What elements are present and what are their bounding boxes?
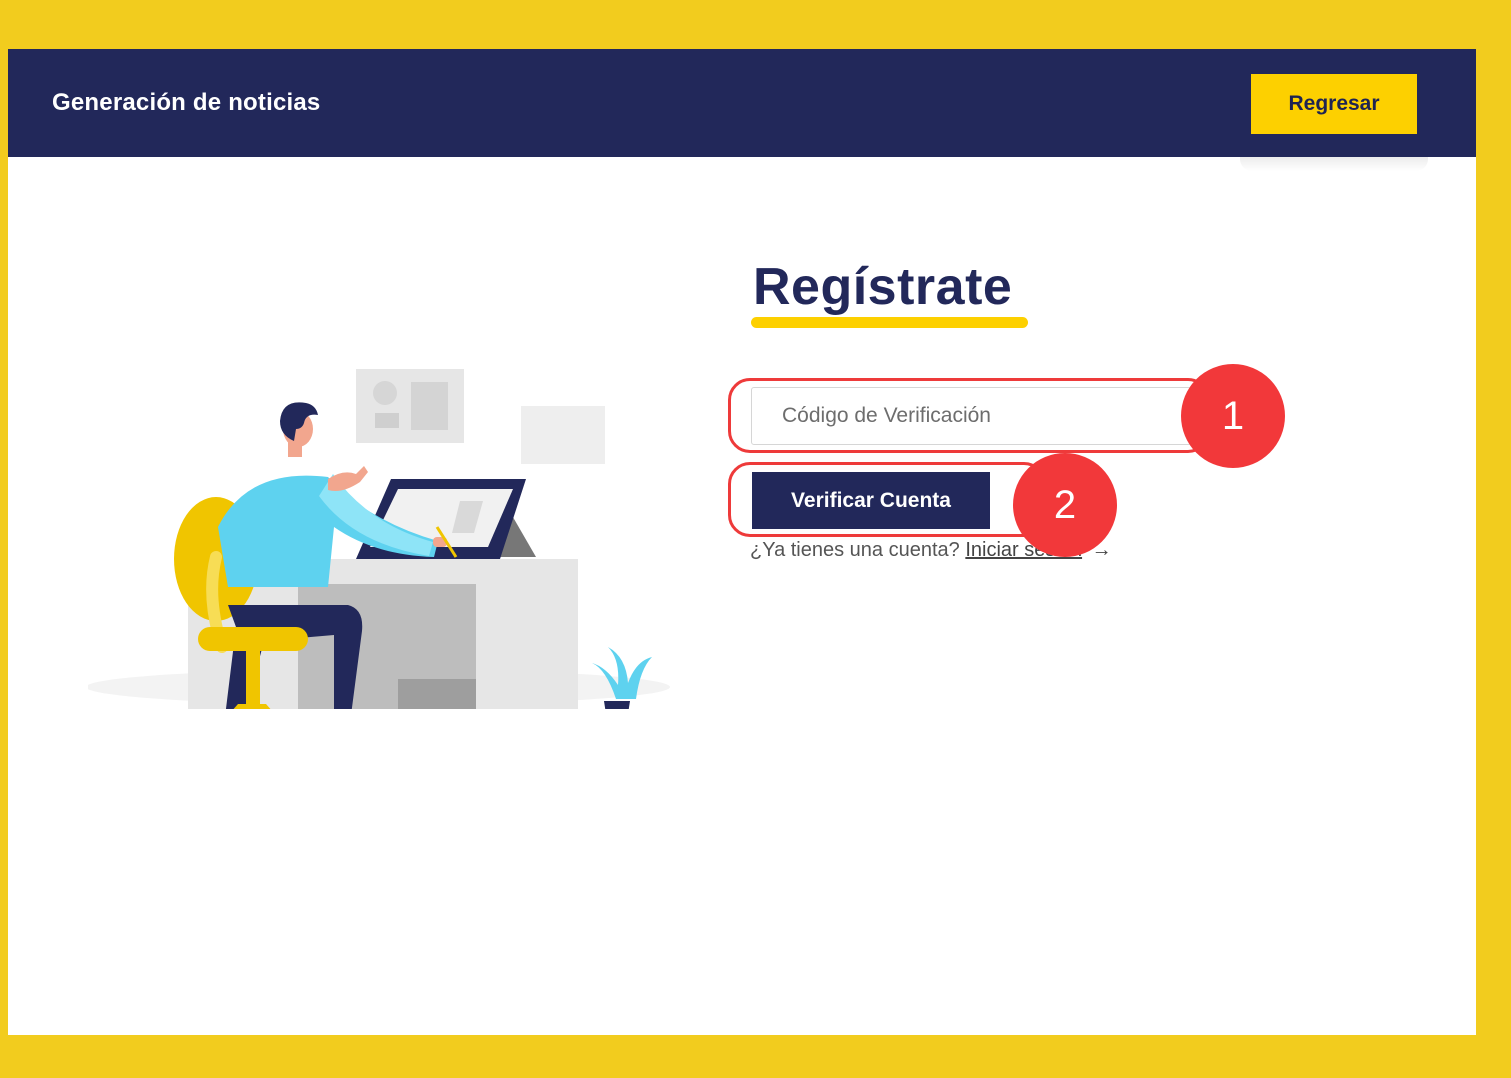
title-underline bbox=[751, 317, 1028, 328]
app-window: Generación de noticias Regresar Regístra… bbox=[8, 49, 1476, 1035]
brand-title: Generación de noticias bbox=[52, 89, 321, 116]
workspace-illustration bbox=[88, 369, 670, 709]
page-title: Regístrate bbox=[753, 258, 1013, 316]
step-marker-2: 2 bbox=[1013, 453, 1117, 557]
verify-account-button[interactable]: Verificar Cuenta bbox=[752, 472, 990, 529]
step-marker-1: 1 bbox=[1181, 364, 1285, 468]
button-shadow bbox=[1240, 157, 1428, 171]
top-navbar: Generación de noticias Regresar bbox=[8, 49, 1476, 157]
login-prompt-text: ¿Ya tienes una cuenta? bbox=[750, 539, 960, 561]
back-button[interactable]: Regresar bbox=[1251, 74, 1417, 134]
verification-code-input[interactable] bbox=[751, 387, 1191, 445]
